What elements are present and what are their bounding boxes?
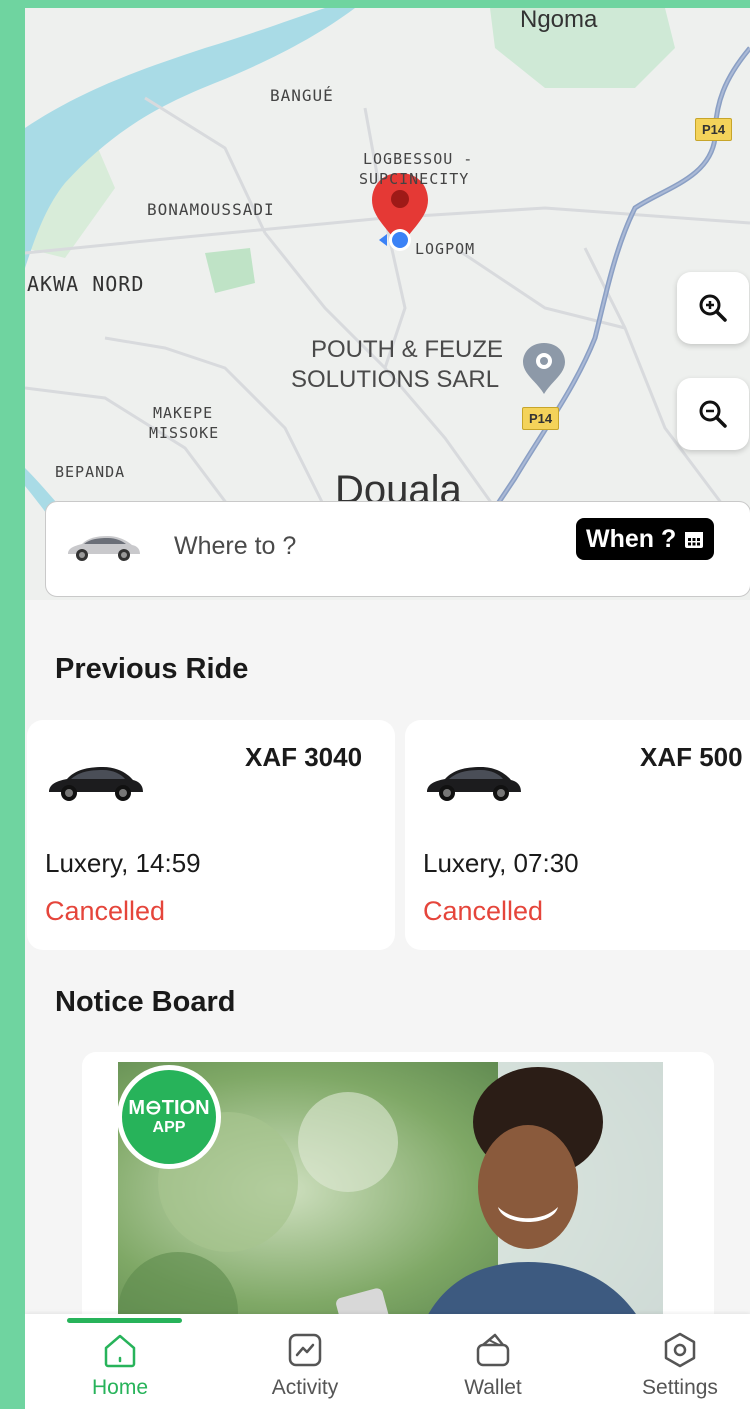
- zoom-in-icon: [699, 294, 727, 322]
- nav-wallet[interactable]: Wallet: [423, 1330, 563, 1400]
- notice-board-title: Notice Board: [55, 986, 236, 1018]
- destination-search-bar[interactable]: Where to ? When ?: [45, 501, 750, 597]
- map-label-missoke: MISSOKE: [149, 424, 220, 442]
- ride-card[interactable]: XAF 500 Luxery, 07:30 Cancelled: [405, 720, 750, 950]
- logo-text: M⊖TION: [128, 1097, 210, 1119]
- nav-home-label: Home: [91, 1376, 149, 1399]
- nav-activity-label: Activity: [271, 1376, 339, 1399]
- map-label-logpom: LOGPOM: [415, 240, 476, 258]
- map-label-akwa-nord: AKWA NORD: [27, 272, 145, 296]
- zoom-out-button[interactable]: [677, 378, 749, 450]
- home-icon: [104, 1334, 136, 1368]
- nav-activity[interactable]: Activity: [235, 1330, 375, 1400]
- ride-price: XAF 500: [640, 742, 743, 772]
- map-label-bonamoussadi: BONAMOUSSADI: [147, 200, 275, 219]
- activity-icon: [288, 1333, 322, 1367]
- calendar-icon: [685, 532, 704, 548]
- map-label-logbessou: LOGBESSOU -: [363, 150, 474, 168]
- ride-info: Luxery, 07:30: [423, 848, 579, 878]
- nav-wallet-label: Wallet: [464, 1376, 522, 1399]
- previous-ride-title: Previous Ride: [55, 653, 249, 685]
- map-label-supcinecity: SUPCINECITY: [359, 170, 470, 188]
- when-label: When ?: [586, 524, 677, 553]
- nav-home[interactable]: Home: [50, 1330, 190, 1400]
- wallet-icon: [476, 1333, 510, 1367]
- nav-settings-label: Settings: [642, 1376, 718, 1399]
- when-schedule-button[interactable]: When ?: [576, 518, 715, 560]
- ride-status-cancelled: Cancelled: [423, 896, 544, 926]
- map-label-ngoma: Ngoma: [520, 8, 598, 33]
- ride-status-cancelled: Cancelled: [45, 896, 166, 926]
- zoom-out-icon: [699, 400, 727, 428]
- road-shield-p14: P14: [695, 118, 733, 141]
- car-icon: [68, 536, 140, 561]
- logo-subtext: APP: [152, 1119, 186, 1136]
- map-label-makepe: MAKEPE: [153, 404, 214, 422]
- device-frame: Ngoma BANGUÉ LOGBESSOU - SUPCINECITY BON…: [0, 0, 750, 1409]
- where-to-input[interactable]: Where to ?: [174, 532, 296, 561]
- map-label-bangue: BANGUÉ: [270, 86, 334, 105]
- app-screen: Ngoma BANGUÉ LOGBESSOU - SUPCINECITY BON…: [25, 8, 750, 1409]
- nav-settings[interactable]: Settings: [610, 1330, 750, 1400]
- ride-card[interactable]: XAF 3040 Luxery, 14:59 Cancelled: [27, 720, 395, 950]
- map-label-solutions-sarl: SOLUTIONS SARL: [291, 366, 500, 393]
- motion-app-logo: M⊖TION APP: [117, 1065, 221, 1169]
- car-icon: [427, 767, 521, 801]
- ride-info: Luxery, 14:59: [45, 848, 201, 878]
- zoom-in-button[interactable]: [677, 272, 749, 344]
- ride-price: XAF 3040: [245, 742, 363, 772]
- road-shield-p14: P14: [522, 407, 560, 430]
- settings-icon: [664, 1332, 696, 1368]
- car-icon: [49, 767, 143, 801]
- bottom-navigation: Home Activity Wallet Settings: [25, 1314, 750, 1409]
- map-label-pouth-feuze: POUTH & FEUZE: [311, 336, 504, 363]
- map-label-bepanda: BEPANDA: [55, 463, 126, 481]
- active-tab-indicator: [67, 1318, 182, 1323]
